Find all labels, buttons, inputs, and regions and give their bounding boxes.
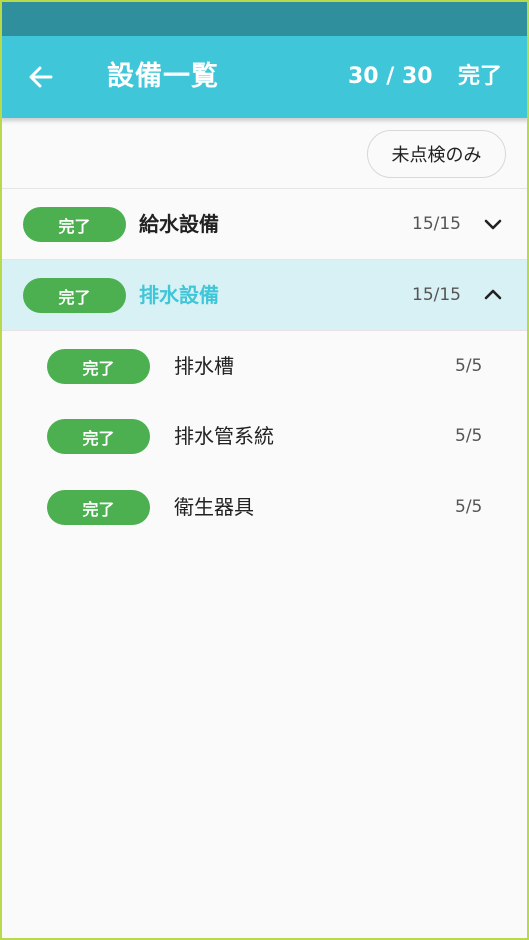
sub-item-sanitary-fixtures[interactable]: 完了 衛生器具 5/5 [0,472,529,542]
group-name: 給水設備 [139,212,219,236]
page-title: 設備一覧 [107,61,219,92]
sub-item-name: 排水管系統 [174,424,274,448]
sub-item-count: 5/5 [455,426,483,446]
status-badge: 完了 [47,490,150,525]
status-badge: 完了 [47,349,150,384]
app-bar: 設備一覧 30 / 30 完了 [0,36,529,118]
group-count: 15/15 [412,285,461,305]
sub-item-name: 衛生器具 [174,495,254,519]
status-bar [0,0,529,36]
unchecked-only-filter-button[interactable]: 未点検のみ [367,130,506,178]
sub-item-name: 排水槽 [174,354,234,378]
arrow-left-icon [29,66,53,88]
status-badge: 完了 [47,419,150,454]
group-name: 排水設備 [139,283,219,307]
sub-item-count: 5/5 [455,356,483,376]
chevron-down-icon[interactable] [481,212,505,236]
done-button[interactable]: 完了 [458,36,502,118]
group-count: 15/15 [412,214,461,234]
sub-item-drain-pipe-system[interactable]: 完了 排水管系統 5/5 [0,401,529,471]
status-badge: 完了 [23,278,126,313]
chevron-up-icon[interactable] [481,283,505,307]
back-button[interactable] [22,58,60,96]
status-badge: 完了 [23,207,126,242]
progress-counter: 30 / 30 [348,64,433,89]
group-row-water-supply[interactable]: 完了 給水設備 15/15 [0,189,529,259]
sub-item-count: 5/5 [455,497,483,517]
group-row-drainage[interactable]: 完了 排水設備 15/15 [0,260,529,330]
sub-item-drainage-tank[interactable]: 完了 排水槽 5/5 [0,331,529,401]
